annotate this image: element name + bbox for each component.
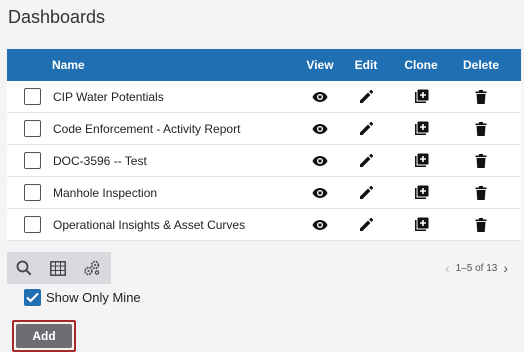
table-row: Code Enforcement - Activity Report (7, 113, 521, 145)
table-row: CIP Water Potentials (7, 81, 521, 113)
dashboard-name[interactable]: DOC-3596 -- Test (53, 154, 147, 168)
add-button-focus-ring: Add (12, 320, 76, 352)
page-range: 1–5 of 13 (455, 262, 498, 274)
view-icon[interactable] (299, 219, 341, 231)
delete-icon[interactable] (451, 89, 511, 104)
pagination: ‹ 1–5 of 13 › (439, 258, 514, 278)
dashboard-name[interactable]: Operational Insights & Asset Curves (53, 218, 245, 232)
dashboard-name[interactable]: CIP Water Potentials (53, 90, 164, 104)
delete-icon[interactable] (451, 185, 511, 200)
page-title: Dashboards (8, 7, 106, 27)
clone-icon[interactable] (391, 121, 451, 136)
view-icon[interactable] (299, 155, 341, 167)
table-row: DOC-3596 -- Test (7, 145, 521, 177)
view-icon[interactable] (299, 123, 341, 135)
row-checkbox[interactable] (24, 88, 41, 105)
search-icon[interactable] (7, 252, 41, 284)
header-edit: Edit (354, 58, 378, 72)
show-only-mine-label: Show Only Mine (46, 290, 141, 305)
grid-icon[interactable] (41, 252, 75, 284)
delete-icon[interactable] (451, 153, 511, 168)
delete-icon[interactable] (451, 121, 511, 136)
edit-icon[interactable] (341, 217, 391, 233)
clone-icon[interactable] (391, 217, 451, 232)
table-row: Manhole Inspection (7, 177, 521, 209)
show-only-mine-checkbox[interactable] (24, 289, 41, 306)
header-view: View (306, 58, 334, 72)
clone-icon[interactable] (391, 89, 451, 104)
row-checkbox[interactable] (24, 152, 41, 169)
edit-icon[interactable] (341, 185, 391, 201)
table-row: Operational Insights & Asset Curves (7, 209, 521, 241)
dashboard-name[interactable]: Code Enforcement - Activity Report (53, 122, 240, 136)
table-header: Name View Edit Clone Delete (7, 49, 521, 81)
show-only-mine[interactable]: Show Only Mine (24, 289, 141, 306)
dashboard-name[interactable]: Manhole Inspection (53, 186, 157, 200)
prev-page-button[interactable]: ‹ (445, 260, 450, 276)
delete-icon[interactable] (451, 217, 511, 232)
gears-icon[interactable] (75, 252, 109, 284)
next-page-button[interactable]: › (503, 260, 508, 276)
row-checkbox[interactable] (24, 216, 41, 233)
view-icon[interactable] (299, 91, 341, 103)
dashboards-table: Name View Edit Clone Delete CIP Water Po… (7, 49, 521, 241)
header-delete: Delete (462, 58, 500, 72)
header-name[interactable]: Name (7, 58, 299, 72)
row-checkbox[interactable] (24, 184, 41, 201)
edit-icon[interactable] (341, 89, 391, 105)
view-icon[interactable] (299, 187, 341, 199)
add-button[interactable]: Add (16, 324, 72, 348)
clone-icon[interactable] (391, 153, 451, 168)
row-checkbox[interactable] (24, 120, 41, 137)
header-clone: Clone (404, 58, 438, 72)
grid-toolbar (7, 252, 111, 284)
edit-icon[interactable] (341, 153, 391, 169)
edit-icon[interactable] (341, 121, 391, 137)
clone-icon[interactable] (391, 185, 451, 200)
